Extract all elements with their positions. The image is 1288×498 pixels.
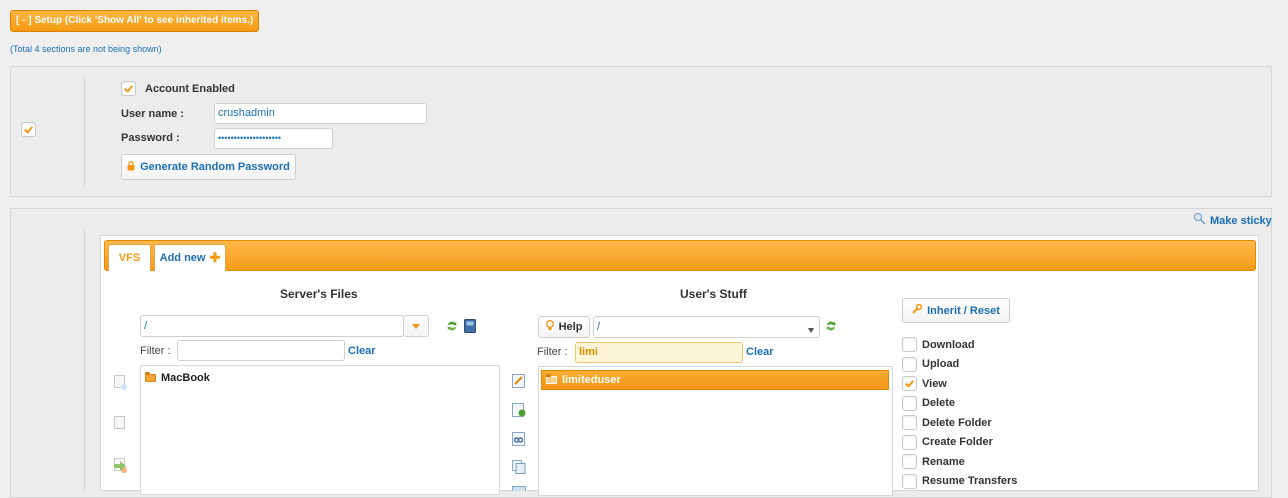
permission-rename-checkbox[interactable] — [902, 454, 917, 470]
permission-delete-folder-checkbox[interactable] — [902, 415, 917, 431]
permission-resume-transfers[interactable]: Resume Transfers — [902, 472, 1042, 492]
permission-create-folder-label: Create Folder — [922, 436, 993, 449]
permission-resume-transfers-label: Resume Transfers — [922, 475, 1018, 488]
permission-view-label: View — [922, 377, 947, 390]
account-section-checkbox[interactable] — [21, 122, 36, 137]
new-item-icon[interactable] — [114, 375, 127, 390]
account-panel-divider — [84, 76, 85, 186]
username-label: User name : — [121, 108, 184, 120]
plus-icon: ✚ — [209, 250, 221, 265]
permission-rename-label: Rename — [922, 455, 965, 468]
permission-delete[interactable]: Delete — [902, 394, 1042, 414]
user-path-dropdown-arrow[interactable] — [808, 324, 814, 336]
permission-upload[interactable]: Upload — [902, 355, 1042, 375]
add-item-icon[interactable] — [512, 403, 526, 420]
tab-vfs[interactable]: VFS — [108, 244, 151, 271]
user-filter-input[interactable]: limi — [575, 342, 743, 363]
list-item[interactable]: limiteduser — [541, 370, 889, 390]
user-path-select[interactable]: / — [593, 316, 820, 338]
user-stuff-title: User's Stuff — [680, 287, 747, 301]
vfs-panel-divider — [84, 230, 85, 491]
refresh-icon[interactable] — [446, 320, 458, 335]
permission-download-checkbox[interactable] — [902, 337, 917, 353]
account-enabled-checkbox[interactable] — [121, 81, 136, 96]
hidden-sections-note: (Total 4 sections are not being shown) — [10, 44, 162, 54]
permissions-list: Download Upload View Delete Delete Folde… — [902, 335, 1042, 491]
permission-resume-transfers-checkbox[interactable] — [902, 473, 917, 489]
setup-header-toggle[interactable]: [ - ] Setup (Click 'Show All' to see inh… — [10, 10, 260, 32]
server-files-tree[interactable] — [140, 365, 500, 495]
edit-item-icon[interactable] — [512, 374, 526, 391]
arrow-right-icon[interactable] — [114, 461, 126, 474]
more-item-icon[interactable] — [512, 486, 526, 491]
pin-icon — [1193, 212, 1207, 229]
link-item-icon[interactable] — [512, 432, 526, 449]
tab-add-new-label: Add new — [159, 252, 206, 264]
folder-icon — [546, 374, 557, 384]
file-icon[interactable] — [114, 416, 125, 429]
user-refresh-icon[interactable] — [825, 320, 837, 335]
permission-view[interactable]: View — [902, 374, 1042, 394]
server-path-select[interactable]: / — [140, 315, 404, 337]
permission-delete-folder-label: Delete Folder — [922, 416, 992, 429]
generate-password-label: Generate Random Password — [140, 161, 290, 173]
tab-vfs-label: VFS — [118, 252, 141, 264]
permission-delete-folder[interactable]: Delete Folder — [902, 413, 1042, 433]
make-sticky-link[interactable]: Make sticky — [1193, 212, 1272, 229]
chevron-down-icon — [412, 320, 420, 332]
permission-delete-label: Delete — [922, 397, 956, 410]
permission-view-checkbox[interactable] — [902, 376, 917, 392]
tab-add-new[interactable]: Add new ✚ — [154, 244, 226, 271]
user-item-label: limiteduser — [562, 374, 621, 386]
folder-icon — [145, 372, 156, 382]
permission-rename[interactable]: Rename — [902, 452, 1042, 472]
permission-delete-checkbox[interactable] — [902, 395, 917, 411]
server-filter-clear-link[interactable]: Clear — [348, 345, 376, 357]
permission-upload-label: Upload — [922, 358, 960, 371]
username-field[interactable]: crushadmin — [214, 103, 427, 124]
server-path-dropdown-button[interactable] — [403, 315, 429, 337]
server-filter-input[interactable] — [177, 340, 345, 361]
password-label: Password : — [121, 132, 180, 144]
wrench-icon — [912, 303, 923, 317]
list-item[interactable]: MacBook — [145, 372, 210, 384]
permission-upload-checkbox[interactable] — [902, 356, 917, 372]
lightbulb-icon — [545, 320, 554, 334]
password-field[interactable]: •••••••••••••••••••• — [214, 128, 333, 149]
make-sticky-label: Make sticky — [1210, 214, 1272, 227]
account-enabled-label: Account Enabled — [145, 83, 235, 95]
server-browse-icon[interactable] — [464, 319, 476, 336]
generate-password-button[interactable]: Generate Random Password — [121, 154, 296, 180]
permission-create-folder[interactable]: Create Folder — [902, 433, 1042, 453]
user-filter-clear-link[interactable]: Clear — [746, 346, 774, 358]
inherit-reset-label: Inherit / Reset — [927, 304, 1000, 317]
vfs-tab-bar — [104, 240, 1256, 271]
lock-icon — [127, 160, 135, 174]
help-label: Help — [558, 321, 583, 333]
copy-item-icon[interactable] — [512, 460, 526, 477]
permission-create-folder-checkbox[interactable] — [902, 434, 917, 450]
server-files-title: Server's Files — [280, 287, 358, 301]
permission-download[interactable]: Download — [902, 335, 1042, 355]
help-button[interactable]: Help — [538, 316, 590, 338]
server-item-label: MacBook — [161, 372, 210, 384]
inherit-reset-button[interactable]: Inherit / Reset — [902, 298, 1010, 323]
user-filter-label: Filter : — [537, 346, 568, 358]
permission-download-label: Download — [922, 338, 975, 351]
server-filter-label: Filter : — [140, 345, 171, 357]
